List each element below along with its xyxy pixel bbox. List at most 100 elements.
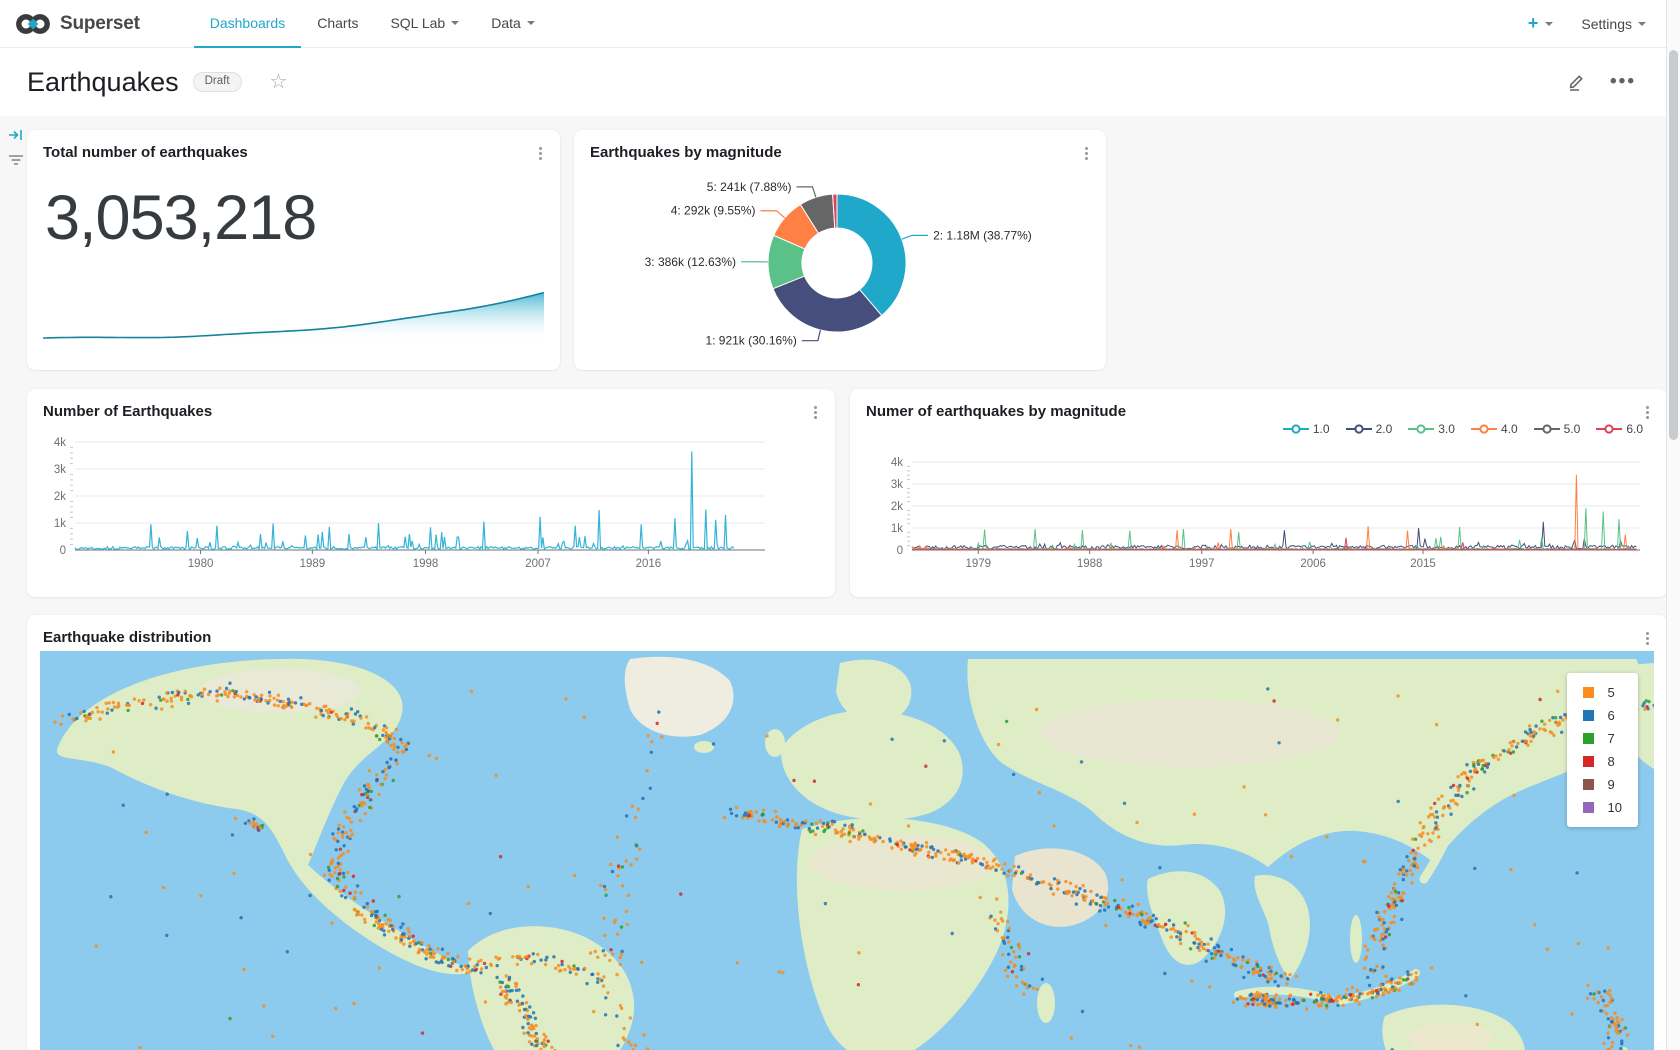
legend-label: 6: [1608, 708, 1615, 723]
map-legend-item-10[interactable]: 10: [1583, 800, 1622, 815]
legend-line-marker-icon: [1596, 424, 1622, 434]
donut-label-5: 5: 241k (7.88%): [707, 180, 792, 194]
legend-label: 6.0: [1626, 422, 1643, 436]
map-canvas[interactable]: [40, 651, 1654, 1050]
nav-item-sql-lab[interactable]: SQL Lab: [374, 0, 475, 48]
map-legend-item-7[interactable]: 7: [1583, 731, 1622, 746]
legend-swatch-icon: [1583, 733, 1594, 744]
brand-name: Superset: [60, 13, 140, 35]
legend-item-2.0[interactable]: 2.0: [1346, 422, 1393, 436]
chevron-down-icon: [451, 21, 459, 25]
chevron-down-icon: [527, 21, 535, 25]
header-actions: •••: [1566, 72, 1636, 92]
scrollbar-track[interactable]: [1666, 0, 1680, 1050]
page-title: Earthquakes: [27, 67, 179, 98]
svg-text:1k: 1k: [891, 523, 903, 535]
map-legend-item-6[interactable]: 6: [1583, 708, 1622, 723]
nav-item-charts[interactable]: Charts: [301, 0, 374, 48]
legend-item-3.0[interactable]: 3.0: [1408, 422, 1455, 436]
kebab-menu-icon[interactable]: [532, 143, 548, 163]
svg-text:3k: 3k: [891, 479, 903, 491]
superset-logo-icon: [15, 11, 51, 37]
map-legend-item-5[interactable]: 5: [1583, 685, 1622, 700]
edit-pencil-icon[interactable]: [1566, 72, 1586, 92]
svg-text:3k: 3k: [54, 464, 66, 476]
card-earthquakes-by-magnitude-series: Numer of earthquakes by magnitude 1.02.0…: [850, 389, 1667, 597]
donut-label-3: 3: 386k (12.63%): [645, 255, 736, 269]
legend-line-marker-icon: [1534, 424, 1560, 434]
kebab-menu-icon[interactable]: [1639, 628, 1655, 648]
card-number-of-earthquakes: Number of Earthquakes 01k2k3k4k198019891…: [27, 389, 835, 597]
nav-item-label: Dashboards: [210, 15, 286, 31]
chart-title: Total number of earthquakes: [43, 144, 248, 161]
big-number-value: 3,053,218: [45, 182, 316, 254]
legend-swatch-icon: [1583, 802, 1594, 813]
nav-item-label: Data: [491, 15, 521, 31]
multi-line-chart[interactable]: 01k2k3k4k19791988199720062015: [850, 389, 1667, 597]
nav-item-dashboards[interactable]: Dashboards: [194, 0, 302, 48]
svg-text:2k: 2k: [891, 501, 903, 513]
settings-label: Settings: [1581, 16, 1632, 32]
legend-label: 5: [1608, 685, 1615, 700]
svg-text:2015: 2015: [1410, 558, 1436, 570]
legend-item-1.0[interactable]: 1.0: [1283, 422, 1330, 436]
donut-label-4: 4: 292k (9.55%): [671, 204, 756, 218]
svg-text:0: 0: [897, 545, 903, 557]
line-chart[interactable]: 01k2k3k4k19801989199820072016: [27, 389, 835, 597]
donut-label-1: 1: 921k (30.16%): [705, 334, 796, 348]
legend-label: 8: [1608, 754, 1615, 769]
legend-label: 2.0: [1376, 422, 1393, 436]
filter-icon[interactable]: [9, 154, 23, 166]
legend-swatch-icon: [1583, 756, 1594, 767]
map-legend: 5 6 7 8 9 10: [1567, 673, 1638, 827]
legend-label: 3.0: [1438, 422, 1455, 436]
more-actions-icon[interactable]: •••: [1610, 78, 1636, 86]
settings-menu[interactable]: Settings: [1581, 16, 1646, 32]
superset-brand[interactable]: Superset: [15, 11, 140, 37]
legend-label: 10: [1608, 800, 1622, 815]
donut-chart[interactable]: 2: 1.18M (38.77%) 1: 921k (30.16%) 3: 386k…: [574, 130, 1106, 370]
legend-line-marker-icon: [1408, 424, 1434, 434]
status-badge: Draft: [193, 72, 242, 92]
trendline-area-chart[interactable]: [43, 286, 544, 340]
plus-icon: +: [1528, 13, 1539, 34]
svg-text:1988: 1988: [1077, 558, 1103, 570]
world-map[interactable]: 5 6 7 8 9 10: [40, 651, 1654, 1050]
legend-swatch-icon: [1583, 710, 1594, 721]
card-earthquakes-by-magnitude: Earthquakes by magnitude 2: 1.18M (38.77…: [574, 130, 1106, 370]
expand-filter-bar-icon[interactable]: [8, 128, 24, 142]
svg-text:4k: 4k: [54, 437, 66, 449]
legend-label: 5.0: [1564, 422, 1581, 436]
chart-legend: 1.0 2.0 3.0 4.0 5.0 6.0: [1283, 422, 1643, 436]
favorite-star-icon[interactable]: ☆: [270, 72, 288, 92]
chevron-down-icon: [1638, 22, 1646, 26]
legend-item-5.0[interactable]: 5.0: [1534, 422, 1581, 436]
chart-title: Earthquake distribution: [43, 629, 211, 646]
legend-swatch-icon: [1583, 687, 1594, 698]
chevron-down-icon: [1545, 22, 1553, 26]
nav-item-data[interactable]: Data: [475, 0, 551, 48]
legend-item-4.0[interactable]: 4.0: [1471, 422, 1518, 436]
top-navbar: Superset Dashboards Charts SQL Lab Data + S…: [0, 0, 1680, 48]
svg-text:2006: 2006: [1300, 558, 1326, 570]
legend-label: 7: [1608, 731, 1615, 746]
legend-line-marker-icon: [1471, 424, 1497, 434]
svg-text:0: 0: [60, 545, 66, 557]
map-legend-item-9[interactable]: 9: [1583, 777, 1622, 792]
legend-swatch-icon: [1583, 779, 1594, 790]
scrollbar-thumb[interactable]: [1669, 50, 1678, 440]
navbar-menu: Dashboards Charts SQL Lab Data: [194, 0, 551, 48]
svg-text:1980: 1980: [188, 558, 214, 570]
svg-text:2007: 2007: [525, 558, 551, 570]
nav-item-label: Charts: [317, 15, 358, 31]
legend-item-6.0[interactable]: 6.0: [1596, 422, 1643, 436]
svg-text:1k: 1k: [54, 518, 66, 530]
donut-label-2: 2: 1.18M (38.77%): [933, 228, 1032, 242]
map-legend-item-8[interactable]: 8: [1583, 754, 1622, 769]
new-item-button[interactable]: +: [1528, 13, 1554, 34]
legend-label: 9: [1608, 777, 1615, 792]
svg-text:1979: 1979: [965, 558, 991, 570]
legend-label: 1.0: [1313, 422, 1330, 436]
card-earthquake-distribution: Earthquake distribution 5 6 7 8 9 10: [27, 615, 1667, 1050]
svg-text:1997: 1997: [1189, 558, 1215, 570]
